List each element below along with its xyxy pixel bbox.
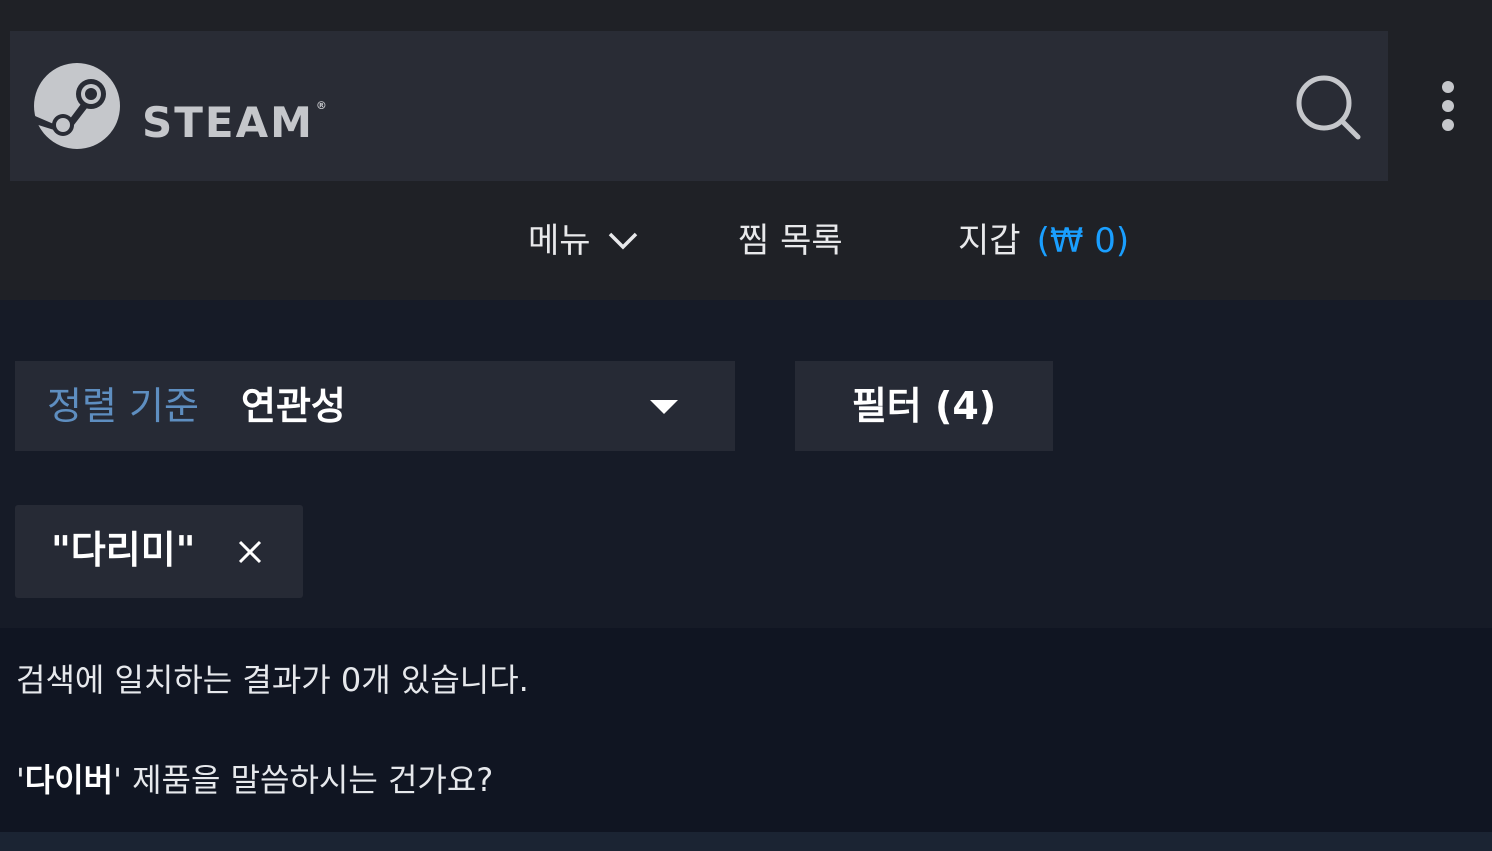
dropdown-arrow-icon	[650, 400, 678, 414]
registered-mark: ®	[315, 99, 327, 112]
bottom-edge	[0, 832, 1492, 851]
did-you-mean[interactable]: '다이버' 제품을 말씀하시는 건가요?	[16, 758, 493, 802]
nav-menu-label: 메뉴	[528, 221, 591, 261]
top-bar: STEAM ® 메뉴 찜 목록 지갑 (₩ 0)	[0, 0, 1492, 300]
suggested-term[interactable]: 다이버	[25, 761, 113, 799]
nav-menu[interactable]: 메뉴	[528, 214, 639, 268]
nav-wishlist-label: 찜 목록	[738, 221, 843, 261]
brand-text: STEAM	[142, 98, 314, 147]
results-count-message: 검색에 일치하는 결과가 0개 있습니다.	[16, 661, 529, 699]
did-you-mean-text: ' 제품을 말씀하시는 건가요?	[113, 761, 494, 799]
chevron-down-icon	[608, 232, 637, 250]
steam-logo-icon[interactable]	[33, 62, 121, 150]
filter-button[interactable]: 필터 (4)	[795, 361, 1053, 451]
quote-open: '	[16, 761, 25, 799]
wallet-balance: (₩ 0)	[1036, 221, 1130, 261]
search-icon[interactable]	[1295, 74, 1361, 140]
more-vertical-icon[interactable]	[1436, 80, 1460, 134]
close-icon[interactable]	[237, 539, 263, 565]
search-term-tag: "다리미"	[15, 505, 303, 598]
search-results-panel: 검색에 일치하는 결과가 0개 있습니다. '다이버' 제품을 말씀하시는 건가…	[0, 628, 1492, 832]
sort-selected-value: 연관성	[241, 384, 346, 428]
nav-wishlist[interactable]: 찜 목록	[738, 214, 843, 268]
sort-label: 정렬 기준	[47, 384, 199, 428]
search-term-text: "다리미"	[51, 528, 196, 572]
sort-dropdown[interactable]: 정렬 기준 연관성	[15, 361, 735, 451]
nav-wallet-label: 지갑	[958, 221, 1021, 261]
steam-wordmark[interactable]: STEAM ®	[142, 80, 327, 149]
nav-wallet[interactable]: 지갑 (₩ 0)	[958, 214, 1129, 268]
